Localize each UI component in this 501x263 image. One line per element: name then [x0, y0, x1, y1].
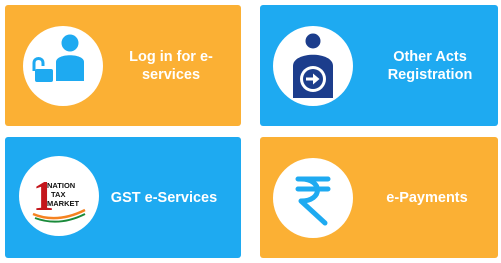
rupee-icon — [273, 158, 353, 238]
logo-line-market: MARKET — [47, 199, 79, 208]
login-e-services-label: Log in for e- services — [129, 48, 213, 83]
logo-line-nation: NATION — [47, 181, 75, 190]
logo-line-tax: TAX — [51, 190, 65, 199]
other-acts-registration-label: Other Acts Registration — [387, 48, 473, 83]
e-payments-tile[interactable]: e-Payments — [260, 137, 498, 258]
person-arrow-icon — [273, 26, 353, 106]
gst-e-services-label: GST e-Services — [110, 189, 218, 206]
login-e-services-tile[interactable]: Log in for e- services — [5, 5, 241, 126]
other-acts-registration-tile[interactable]: Other Acts Registration — [260, 5, 498, 126]
gst-e-services-tile[interactable]: 1 NATION TAX MARKET GST e-Services — [5, 137, 241, 258]
nation-tax-market-logo: 1 NATION TAX MARKET — [19, 156, 99, 236]
user-lock-icon — [23, 26, 103, 106]
e-payments-label: e-Payments — [386, 189, 468, 206]
